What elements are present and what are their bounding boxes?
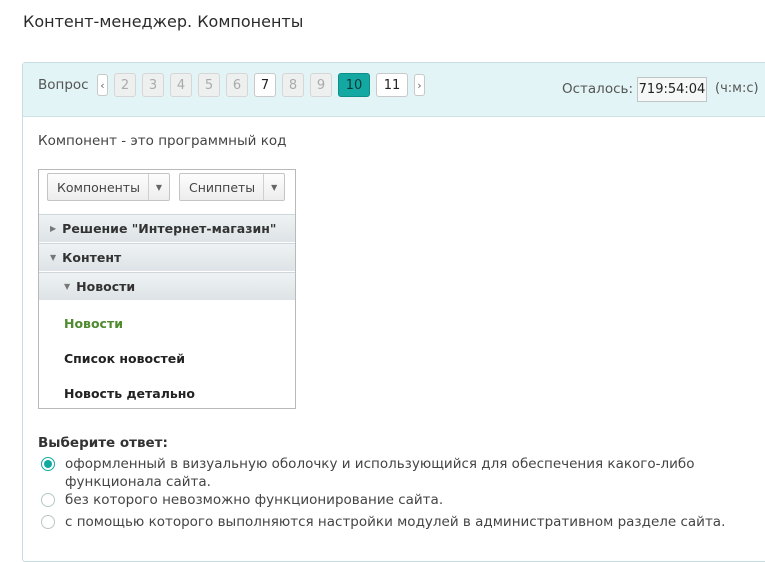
question-navigation-bar: Вопрос ‹ 2 3 4 5 6 7 8 9 10 11 › Осталос…	[23, 63, 765, 117]
caret-down-icon: ▼	[147, 174, 169, 200]
answers-title: Выберите ответ:	[38, 435, 168, 451]
question-2-button[interactable]: 2	[114, 73, 136, 97]
component-item-news-detail: Новость детально	[64, 386, 195, 401]
chevron-left-icon: ‹	[100, 78, 105, 92]
tree-node-eshop-solution: ▶ Решение "Интернет-магазин"	[39, 214, 295, 242]
page-title: Контент-менеджер. Компоненты	[23, 12, 304, 31]
component-panel-illustration: Компоненты ▼ Сниппеты ▼ ▶ Решение "Интер…	[38, 169, 296, 409]
question-9-button[interactable]: 9	[310, 73, 332, 97]
chevron-right-icon: ›	[417, 78, 422, 92]
question-8-button[interactable]: 8	[282, 73, 304, 97]
tab-snippets: Сниппеты ▼	[178, 173, 286, 201]
question-7-button[interactable]: 7	[254, 73, 276, 97]
question-label: Вопрос	[38, 77, 89, 93]
question-card: Вопрос ‹ 2 3 4 5 6 7 8 9 10 11 › Осталос…	[22, 62, 765, 562]
timer-unit: (ч:м:с)	[715, 81, 759, 96]
timer-label: Осталось:	[562, 81, 634, 97]
question-6-button[interactable]: 6	[226, 73, 248, 97]
tree-node-news: ▼ Новости	[39, 272, 295, 300]
triangle-right-icon: ▶	[50, 224, 57, 233]
tree-node-label: Контент	[62, 250, 122, 265]
component-tabs: Компоненты ▼ Сниппеты ▼	[47, 173, 294, 201]
question-5-button[interactable]: 5	[198, 73, 220, 97]
tab-snippets-label: Сниппеты	[188, 179, 256, 195]
prev-page-button[interactable]: ‹	[97, 74, 108, 96]
triangle-down-icon: ▼	[50, 253, 57, 262]
answer-option-3[interactable]: с помощью которого выполняются настройки…	[41, 513, 765, 531]
next-page-button[interactable]: ›	[414, 74, 425, 96]
answer-option-text: без которого невозможно функционирование…	[65, 492, 444, 508]
caret-down-icon: ▼	[263, 174, 284, 200]
component-item-news: Новости	[64, 316, 123, 331]
tab-components-label: Компоненты	[57, 179, 140, 195]
answer-option-1[interactable]: оформленный в визуальную оболочку и испо…	[41, 455, 765, 491]
tree-node-content: ▼ Контент	[39, 243, 295, 271]
tree-node-label: Решение "Интернет-магазин"	[62, 221, 277, 236]
radio-unchecked-icon[interactable]	[41, 493, 55, 507]
triangle-down-icon: ▼	[64, 282, 71, 291]
answer-option-2[interactable]: без которого невозможно функционирование…	[41, 491, 765, 509]
tree-node-label: Новости	[76, 279, 136, 294]
question-text: Компонент - это программный код	[38, 133, 287, 149]
question-pager: ‹ 2 3 4 5 6 7 8 9 10 11 ›	[97, 73, 425, 97]
timer-value: 719:54:04	[637, 77, 707, 102]
question-11-button[interactable]: 11	[376, 73, 408, 97]
answer-option-text: с помощью которого выполняются настройки…	[65, 514, 726, 530]
component-item-news-list: Список новостей	[64, 351, 186, 366]
radio-unchecked-icon[interactable]	[41, 515, 55, 529]
question-4-button[interactable]: 4	[170, 73, 192, 97]
question-3-button[interactable]: 3	[142, 73, 164, 97]
tab-components: Компоненты ▼	[47, 173, 170, 201]
radio-checked-icon[interactable]	[41, 457, 55, 471]
question-10-button[interactable]: 10	[338, 73, 370, 97]
answer-option-text: оформленный в визуальную оболочку и испо…	[65, 456, 695, 490]
